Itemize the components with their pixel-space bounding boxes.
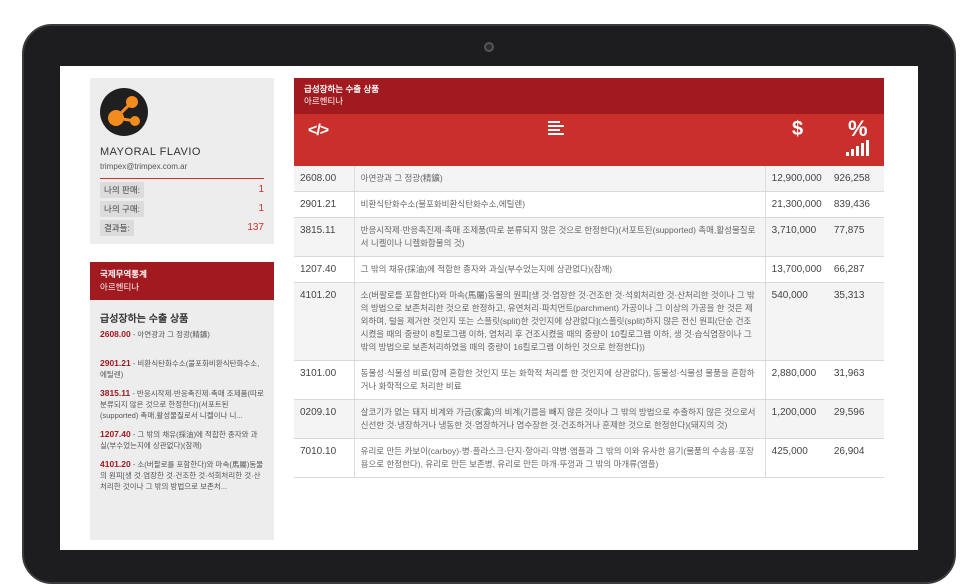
stat-results[interactable]: 결과들: 137 bbox=[100, 219, 264, 236]
export-value: 13,700,000 bbox=[764, 256, 828, 283]
main-panel: 급성장하는 수출 상품 아르헨티나 </> $ % 2608.00 아연광과 그… bbox=[294, 78, 884, 550]
hs-code: 2608.00 bbox=[294, 166, 355, 192]
product-description: 유리로 만든 카보이(carboy)·병·플라스크·단지·항아리·약병·앰플과 … bbox=[353, 438, 766, 478]
product-description: 살코기가 없는 돼지 비계와 가금(家禽)의 비계(기름을 빼지 않은 것이나 … bbox=[353, 399, 766, 439]
growth-percent: 77,875 bbox=[827, 217, 884, 257]
table-row[interactable]: 0209.10 살코기가 없는 돼지 비계와 가금(家禽)의 비계(기름을 빼지… bbox=[294, 399, 884, 439]
camera-icon bbox=[484, 42, 494, 52]
exports-table: 2608.00 아연광과 그 정광(精鑛) 12,900,000 926,258… bbox=[294, 166, 884, 478]
growth-percent: 31,963 bbox=[827, 360, 884, 400]
table-row[interactable]: 2901.21 비환식탄화수소(불포화비환식탄화수소,에틸렌) 21,300,0… bbox=[294, 191, 884, 218]
table-row[interactable]: 4101.20 소(버팔로를 포함한다)와 마속(馬屬)동물의 원피[생 것·염… bbox=[294, 282, 884, 361]
growth-percent: 839,436 bbox=[827, 191, 884, 218]
export-value: 2,880,000 bbox=[764, 360, 828, 400]
profile-card: MAYORAL FLAVIO trimpex@trimpex.com.ar 나의… bbox=[90, 78, 274, 244]
main-header: 급성장하는 수출 상품 아르헨티나 bbox=[294, 78, 884, 114]
stat-value: 1 bbox=[258, 184, 264, 195]
stat-value: 137 bbox=[247, 222, 264, 233]
stat-label: 나의 구매: bbox=[100, 200, 145, 217]
list-item[interactable]: 4101.20 - 소(버팔로를 포함한다)와 마속(馬屬)동물의 원피[생 것… bbox=[100, 459, 264, 492]
profile-name: MAYORAL FLAVIO bbox=[100, 146, 201, 158]
description-icon[interactable] bbox=[548, 120, 568, 143]
product-description: 반응시작제·반응촉진제·촉매 조제품(따로 분류되지 않은 것으로 한정한다)(… bbox=[353, 217, 766, 257]
product-description: 동물성·식물성 비료(함께 혼합한 것인지 또는 화학적 처리를 한 것인지에 … bbox=[353, 360, 766, 400]
growth-percent: 66,287 bbox=[827, 256, 884, 283]
export-value: 540,000 bbox=[764, 282, 828, 361]
table-row[interactable]: 1207.40 그 밖의 채유(採油)에 적합한 종자와 과실(부수었는지에 상… bbox=[294, 256, 884, 283]
sidebar-list: 급성장하는 수출 상품 2608.00 - 아연광과 그 정광(精鑛) 2901… bbox=[90, 300, 274, 540]
bars-icon bbox=[846, 140, 870, 161]
export-value: 3,710,000 bbox=[764, 217, 828, 257]
stat-purchases[interactable]: 나의 구매: 1 bbox=[100, 200, 264, 217]
item-code: 1207.40 bbox=[100, 429, 131, 439]
list-item[interactable]: 2901.21 - 비환식탄화수소(불포화비환식탄화수소,에틸렌) bbox=[100, 358, 264, 380]
item-code: 2608.00 bbox=[100, 329, 131, 339]
list-item[interactable]: 3815.11 - 반응시작제·반응촉진제·촉매 조제품(따로 분류되지 않은 … bbox=[100, 388, 264, 421]
growth-percent: 26,904 bbox=[827, 438, 884, 478]
hs-code: 0209.10 bbox=[294, 399, 355, 439]
hs-code: 2901.21 bbox=[294, 191, 355, 218]
table-row[interactable]: 3815.11 반응시작제·반응촉진제·촉매 조제품(따로 분류되지 않은 것으… bbox=[294, 217, 884, 257]
sidebar: MAYORAL FLAVIO trimpex@trimpex.com.ar 나의… bbox=[90, 78, 274, 550]
growth-percent: 35,313 bbox=[827, 282, 884, 361]
percent-icon[interactable]: % bbox=[848, 116, 868, 142]
growth-percent: 926,258 bbox=[827, 166, 884, 192]
code-icon[interactable]: </> bbox=[308, 122, 329, 140]
list-item[interactable]: 2608.00 - 아연광과 그 정광(精鑛) bbox=[100, 329, 264, 340]
sidebar-head-subtitle: 아르헨티나 bbox=[100, 282, 140, 292]
sidebar-list-title: 급성장하는 수출 상품 bbox=[100, 314, 189, 325]
product-description: 소(버팔로를 포함한다)와 마속(馬屬)동물의 원피[생 것·염장한 것·건조한… bbox=[353, 282, 766, 361]
export-value: 1,200,000 bbox=[764, 399, 828, 439]
column-icon-bar: </> $ % bbox=[294, 114, 884, 166]
table-row[interactable]: 2608.00 아연광과 그 정광(精鑛) 12,900,000 926,258 bbox=[294, 166, 884, 192]
product-description: 그 밖의 채유(採油)에 적합한 종자와 과실(부수었는지에 상관없다)(참깨) bbox=[353, 256, 766, 283]
hs-code: 4101.20 bbox=[294, 282, 355, 361]
stat-label: 나의 판매: bbox=[100, 181, 145, 198]
item-code: 3815.11 bbox=[100, 388, 131, 398]
product-description: 아연광과 그 정광(精鑛) bbox=[353, 166, 766, 192]
profile-email: trimpex@trimpex.com.ar bbox=[100, 162, 264, 179]
export-value: 12,900,000 bbox=[764, 166, 828, 192]
item-text: - 아연광과 그 정광(精鑛) bbox=[130, 330, 210, 339]
hs-code: 3101.00 bbox=[294, 360, 355, 400]
sidebar-head-title: 국제무역통계 bbox=[100, 269, 147, 279]
screen: MAYORAL FLAVIO trimpex@trimpex.com.ar 나의… bbox=[60, 66, 918, 550]
stat-value: 1 bbox=[258, 203, 264, 214]
table-row[interactable]: 7010.10 유리로 만든 카보이(carboy)·병·플라스크·단지·항아리… bbox=[294, 438, 884, 478]
sidebar-section-header: 국제무역통계 아르헨티나 bbox=[90, 262, 274, 300]
hs-code: 7010.10 bbox=[294, 438, 355, 478]
item-code: 4101.20 bbox=[100, 459, 131, 469]
avatar[interactable] bbox=[100, 88, 148, 136]
hs-code: 3815.11 bbox=[294, 217, 355, 257]
page-title: 급성장하는 수출 상품 bbox=[304, 84, 380, 94]
table-row[interactable]: 3101.00 동물성·식물성 비료(함께 혼합한 것인지 또는 화학적 처리를… bbox=[294, 360, 884, 400]
list-item[interactable]: 1207.40 - 그 밖의 채유(採油)에 적합한 종자와 과실(부수었는지에… bbox=[100, 429, 264, 451]
stat-sales[interactable]: 나의 판매: 1 bbox=[100, 181, 264, 198]
export-value: 425,000 bbox=[764, 438, 828, 478]
item-code: 2901.21 bbox=[100, 358, 131, 368]
page-subtitle: 아르헨티나 bbox=[304, 96, 344, 106]
growth-percent: 29,596 bbox=[827, 399, 884, 439]
dollar-icon[interactable]: $ bbox=[792, 118, 803, 141]
hs-code: 1207.40 bbox=[294, 256, 355, 283]
stat-label: 결과들: bbox=[100, 219, 134, 236]
product-description: 비환식탄화수소(불포화비환식탄화수소,에틸렌) bbox=[353, 191, 766, 218]
export-value: 21,300,000 bbox=[764, 191, 828, 218]
